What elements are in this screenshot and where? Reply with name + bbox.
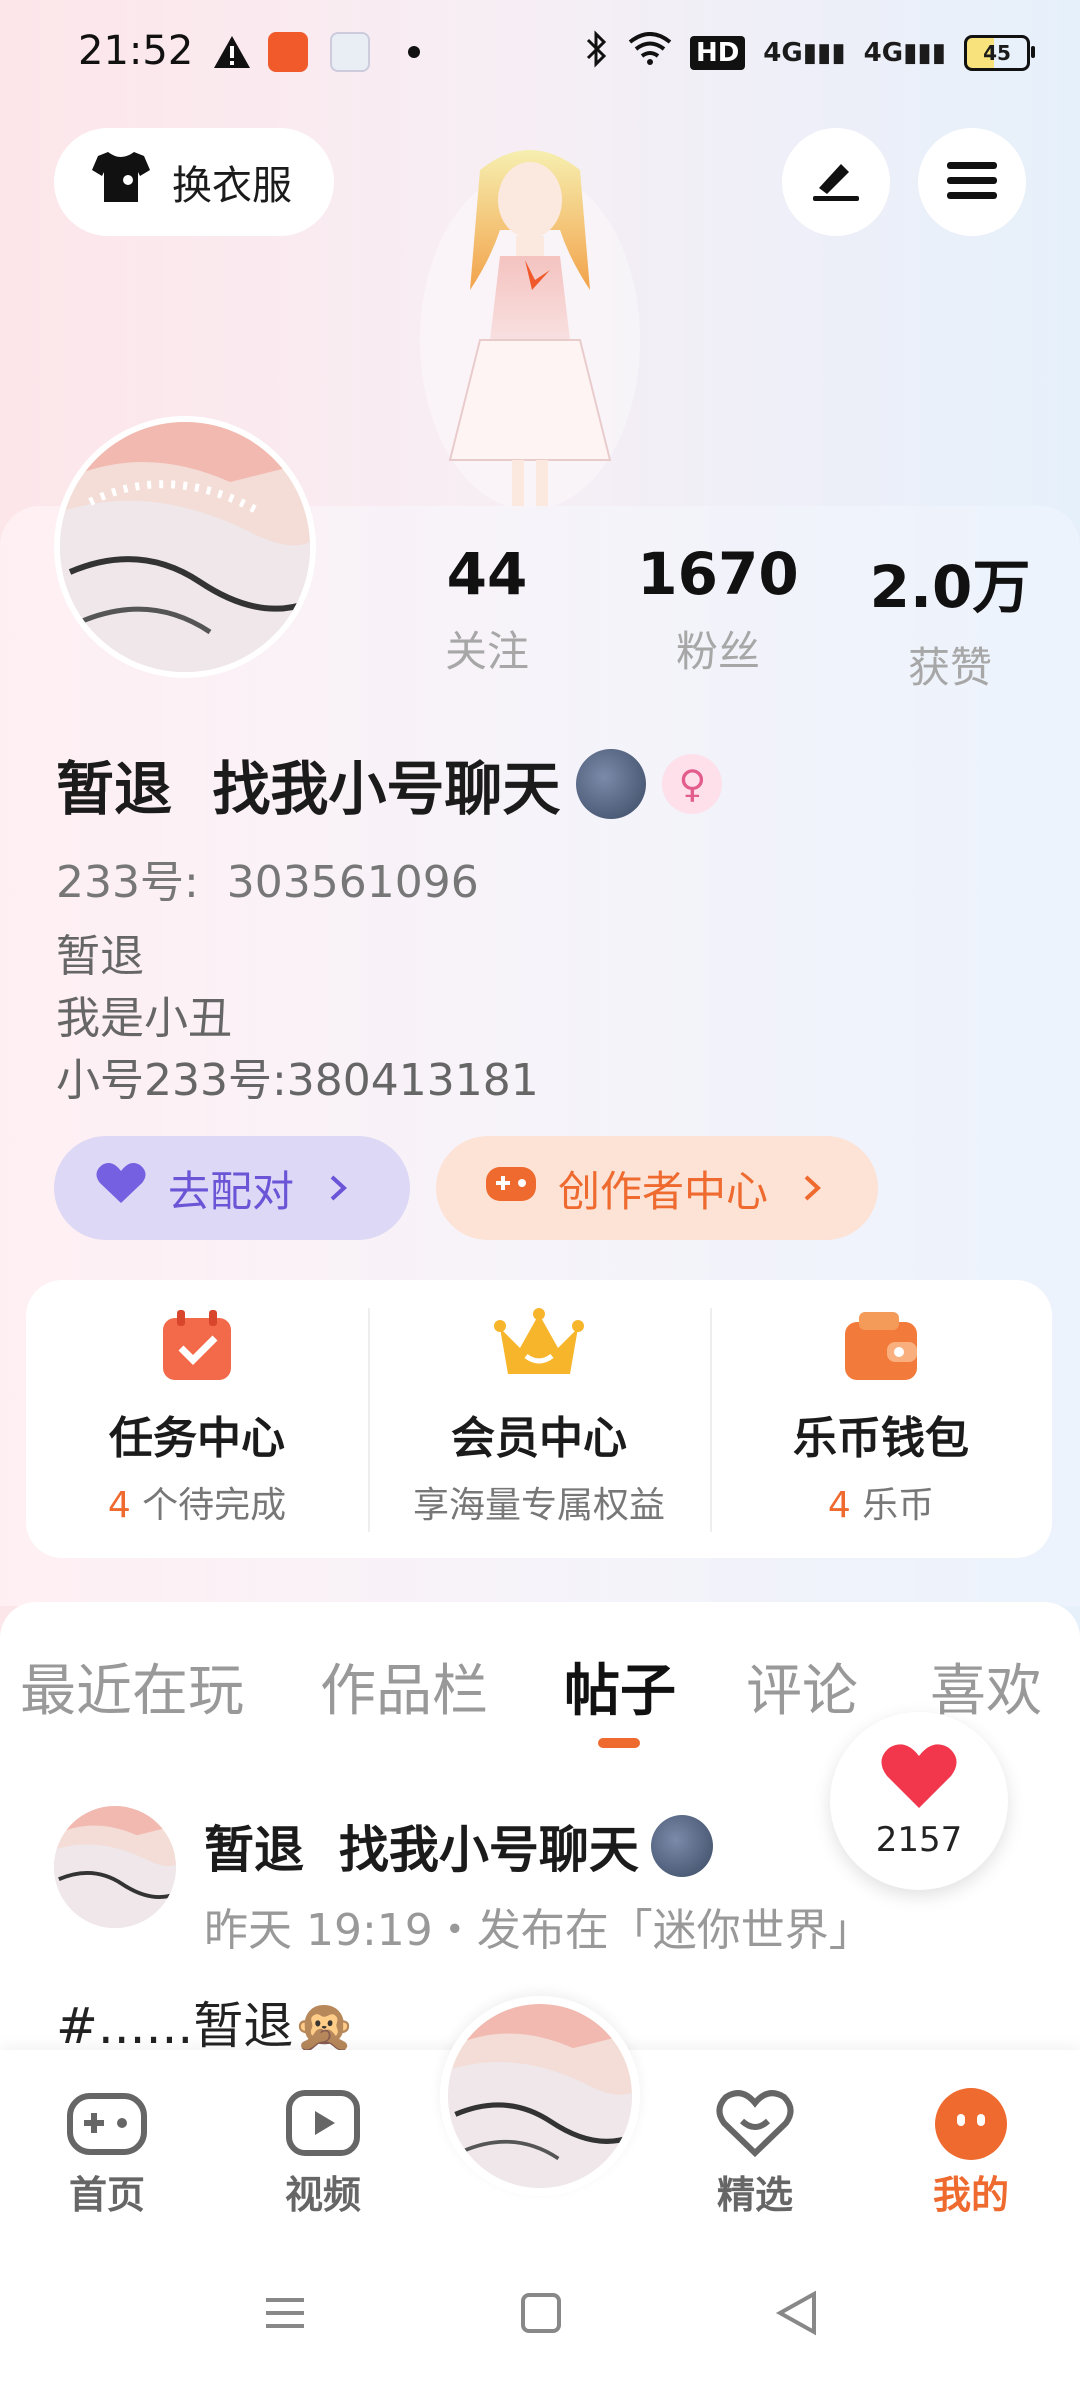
- stat-likes-label: 获赞: [907, 643, 992, 692]
- task-center-item[interactable]: 任务中心 4 个待完成: [26, 1280, 368, 1558]
- menu-icon: [945, 158, 999, 206]
- chevron-right-icon: [328, 1164, 348, 1213]
- like-count: 2157: [875, 1820, 963, 1860]
- me-icon: [896, 2084, 1046, 2164]
- tshirt-icon: [90, 150, 152, 214]
- task-center-sub: 4 个待完成: [107, 1485, 287, 1526]
- dot-icon: [408, 32, 420, 72]
- moon-emoji-icon: [576, 749, 647, 819]
- bio-line: 小号233号:380413181: [56, 1055, 539, 1106]
- edit-icon: [809, 158, 863, 206]
- bio-line: 暂退: [56, 931, 144, 982]
- status-bar: 21:52 HD 4G▮▮▮ 4G▮▮▮ 45: [0, 0, 1080, 110]
- gamepad-icon: [484, 1161, 538, 1215]
- bluetooth-icon: [584, 30, 610, 75]
- tab-recent-play[interactable]: 最近在玩: [20, 1646, 244, 1727]
- stat-following-label: 关注: [444, 627, 529, 676]
- warning-icon: [212, 32, 252, 72]
- vip-center-sub: 享海量专属权益: [412, 1485, 665, 1526]
- post-meta: 昨天 19:19・发布在「迷你世界」: [204, 1905, 873, 1956]
- heart-icon: [94, 1161, 148, 1215]
- home-system-icon[interactable]: [518, 2290, 564, 2340]
- video-icon: [248, 2084, 398, 2164]
- task-center-title: 任务中心: [109, 1413, 285, 1464]
- post-text: #......暂退🙊: [56, 1997, 356, 2055]
- quick-actions-panel: 任务中心 4 个待完成 会员中心 享海量专属权益 乐币钱包 4 乐币: [26, 1280, 1052, 1558]
- nav-home[interactable]: 首页: [32, 2084, 182, 2219]
- post-author-name: 暂退 找我小号聊天: [204, 1821, 639, 1879]
- status-time: 21:52: [78, 28, 194, 74]
- creator-label: 创作者中心: [558, 1166, 769, 1216]
- nav-me[interactable]: 我的: [896, 2084, 1046, 2219]
- gamepad-icon: [32, 2084, 182, 2164]
- battery-icon: 45: [964, 34, 1035, 71]
- nav-video[interactable]: 视频: [248, 2084, 398, 2219]
- post-author-avatar[interactable]: [54, 1806, 176, 1928]
- creator-center-button[interactable]: 创作者中心: [436, 1136, 878, 1240]
- signal-4g-icon-2: 4G▮▮▮: [863, 37, 946, 68]
- nav-featured-label: 精选: [716, 2173, 793, 2217]
- change-outfit-button[interactable]: 换衣服: [54, 128, 334, 236]
- match-label: 去配对: [168, 1166, 295, 1216]
- like-counter-button[interactable]: 2157: [830, 1712, 1008, 1890]
- nav-video-label: 视频: [284, 2173, 361, 2217]
- app-notification-icon: [268, 32, 308, 72]
- crown-icon: [494, 1308, 584, 1388]
- stat-likes[interactable]: 2.0万 获赞: [850, 540, 1050, 695]
- stat-followers-value: 1670: [637, 540, 799, 608]
- stat-likes-value: 2.0万: [869, 553, 1031, 621]
- calendar-check-icon: [159, 1308, 235, 1388]
- match-button[interactable]: 去配对: [54, 1136, 410, 1240]
- recent-apps-icon[interactable]: [262, 2290, 308, 2340]
- nav-me-label: 我的: [932, 2173, 1009, 2217]
- profile-avatar[interactable]: [54, 416, 316, 678]
- chevron-right-icon: [802, 1164, 822, 1213]
- tab-comments[interactable]: 评论: [746, 1646, 858, 1727]
- map-notification-icon: [330, 32, 370, 72]
- tab-posts[interactable]: 帖子: [564, 1646, 676, 1727]
- wallet-title: 乐币钱包: [793, 1413, 969, 1464]
- hd-icon: HD: [689, 35, 746, 70]
- avatar-character-figure[interactable]: [420, 140, 640, 510]
- nav-home-label: 首页: [68, 2173, 145, 2217]
- stat-followers[interactable]: 1670 粉丝: [618, 540, 818, 679]
- system-navigation-bar: [0, 2250, 1080, 2400]
- profile-name: 暂退 找我小号聊天: [56, 755, 561, 823]
- moon-emoji-icon: [650, 1815, 713, 1877]
- wallet-icon: [841, 1308, 921, 1388]
- signal-4g-icon: 4G▮▮▮: [763, 37, 846, 68]
- status-right: HD 4G▮▮▮ 4G▮▮▮ 45: [584, 30, 1035, 75]
- back-icon[interactable]: [774, 2290, 820, 2340]
- wifi-icon: [628, 32, 672, 73]
- edit-button[interactable]: [782, 128, 890, 236]
- bio-line: 我是小丑: [56, 993, 232, 1044]
- change-outfit-label: 换衣服: [172, 163, 292, 209]
- nav-center-avatar[interactable]: [440, 1996, 640, 2196]
- tab-likes[interactable]: 喜欢: [930, 1646, 1042, 1727]
- nav-featured[interactable]: 精选: [680, 2084, 830, 2219]
- heart-icon: [879, 1742, 959, 1814]
- vip-center-title: 会员中心: [451, 1413, 627, 1464]
- post-author-name-row: 暂退 找我小号聊天: [204, 1810, 713, 1882]
- profile-bio: 暂退 我是小丑 小号233号:380413181: [56, 926, 539, 1112]
- stat-following[interactable]: 44 关注: [387, 540, 587, 679]
- active-tab-indicator: [598, 1738, 640, 1748]
- profile-uid: 233号: 303561096: [56, 857, 479, 908]
- profile-name-row: 暂退 找我小号聊天 ♀: [56, 742, 723, 826]
- stat-followers-label: 粉丝: [675, 627, 760, 676]
- wallet-item[interactable]: 乐币钱包 4 乐币: [710, 1280, 1052, 1558]
- female-gender-icon: ♀: [662, 754, 723, 814]
- tab-works[interactable]: 作品栏: [320, 1646, 488, 1727]
- wallet-sub: 4 乐币: [827, 1485, 935, 1526]
- vip-center-item[interactable]: 会员中心 享海量专属权益: [368, 1280, 710, 1558]
- menu-button[interactable]: [918, 128, 1026, 236]
- stat-following-value: 44: [446, 540, 528, 608]
- heart-icon: [680, 2084, 830, 2164]
